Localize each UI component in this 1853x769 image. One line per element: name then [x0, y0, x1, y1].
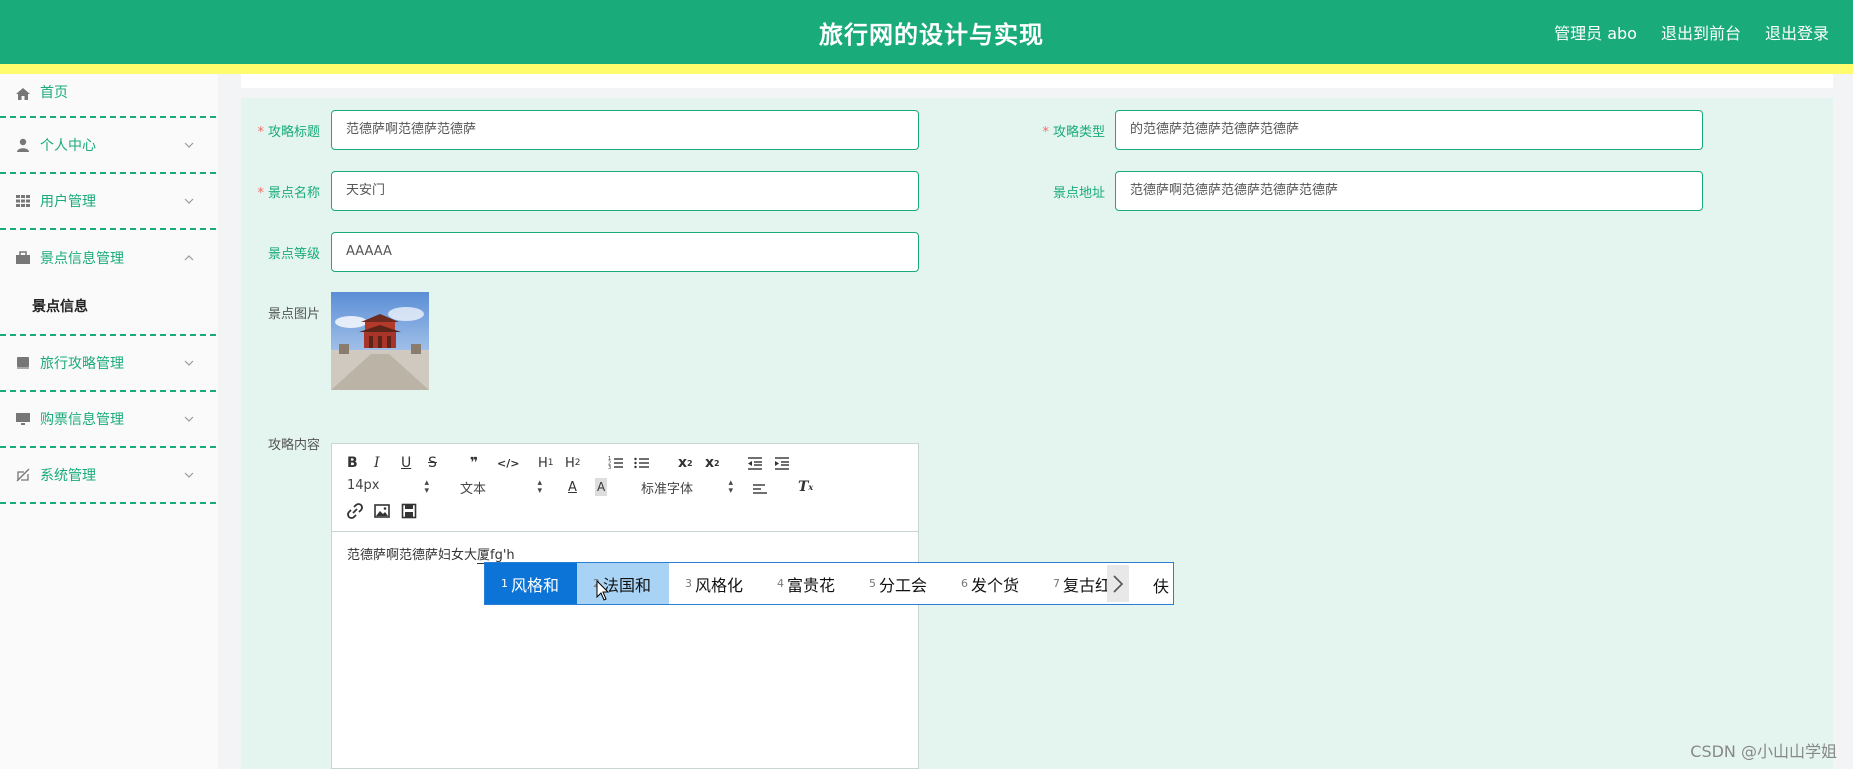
- admin-user-link[interactable]: 管理员 abo: [1554, 20, 1637, 44]
- ime-candidate[interactable]: 1 风格和: [485, 563, 577, 604]
- spot-address-input[interactable]: 范德萨啊范德萨范德萨范德萨范德萨: [1115, 171, 1703, 211]
- save-icon[interactable]: [401, 502, 417, 520]
- spot-name-label: * 景点名称: [257, 186, 320, 201]
- sidebar-item-label: 购票信息管理: [40, 412, 124, 428]
- background-color-button[interactable]: A: [595, 478, 608, 496]
- ordered-list-icon[interactable]: 123: [608, 454, 624, 472]
- outdent-icon[interactable]: [747, 454, 763, 472]
- guide-content-label: 攻略内容: [267, 438, 320, 453]
- clear-format-button[interactable]: Tx: [798, 478, 813, 496]
- ime-candidate[interactable]: 4 富贵花: [761, 563, 853, 604]
- guide-type-input[interactable]: 的范德萨范德萨范德萨范德萨: [1115, 110, 1703, 150]
- blockquote-button[interactable]: ❞: [470, 454, 478, 472]
- guide-type-label: * 攻略类型: [1042, 125, 1105, 140]
- font-size-select[interactable]: 14px ▴ ▾: [347, 478, 429, 496]
- spot-image-label: 景点图片: [267, 307, 320, 322]
- chevron-down-icon: [184, 360, 194, 366]
- sidebar-item-spot-info-management[interactable]: 景点信息管理 景点信息: [0, 230, 216, 336]
- sidebar-item-label: 系统管理: [40, 468, 96, 484]
- sidebar-item-home[interactable]: 首页: [0, 74, 216, 118]
- guide-title-input[interactable]: 范德萨啊范德萨范德萨: [331, 110, 919, 150]
- rich-text-editor: B I U S ❞ </> H1 H2 123 x2 x2 14px ▴ ▾ 文本 ▴…: [331, 443, 919, 769]
- spot-image-thumbnail[interactable]: [331, 292, 429, 390]
- indent-icon[interactable]: [774, 454, 790, 472]
- csdn-watermark: CSDN @小山山学姐: [1690, 742, 1837, 761]
- header-accent-bar: [0, 64, 1853, 74]
- ime-candidate[interactable]: 5 分工会: [853, 563, 945, 604]
- sidebar-item-label: 首页: [40, 85, 68, 101]
- sidebar-item-label: 旅行攻略管理: [40, 356, 124, 372]
- select-arrows-icon: ▴ ▾: [537, 478, 542, 496]
- ime-candidate[interactable]: 2法国和: [577, 563, 669, 604]
- logout-link[interactable]: 退出登录: [1765, 20, 1829, 44]
- sidebar-subitem-label: 景点信息: [32, 299, 88, 315]
- superscript-button[interactable]: x2: [705, 454, 720, 472]
- sidebar-item-label: 景点信息管理: [40, 251, 124, 267]
- sidebar-item-user-management[interactable]: 用户管理: [0, 174, 216, 230]
- block-type-select[interactable]: 文本 ▴ ▾: [460, 478, 542, 498]
- briefcase-icon: [16, 251, 30, 264]
- spot-address-label: 景点地址: [1052, 186, 1105, 201]
- chevron-down-icon: [184, 198, 194, 204]
- bullet-list-icon[interactable]: [634, 454, 650, 472]
- sidebar-subitem-spot-info[interactable]: 景点信息: [0, 280, 216, 334]
- header-links: 管理员 abo 退出到前台 退出登录: [1554, 20, 1829, 44]
- code-block-button[interactable]: </>: [497, 454, 519, 472]
- subscript-button[interactable]: x2: [678, 454, 693, 472]
- spot-level-input[interactable]: AAAAA: [331, 232, 919, 272]
- sidebar-item-personal-center[interactable]: 个人中心: [0, 118, 216, 174]
- chevron-down-icon: [184, 472, 194, 478]
- chevron-down-icon: [184, 142, 194, 148]
- sidebar-item-label: 用户管理: [40, 194, 96, 210]
- heading2-button[interactable]: H2: [565, 454, 581, 472]
- font-color-button[interactable]: A: [568, 478, 577, 496]
- select-arrows-icon: ▴ ▾: [728, 478, 733, 496]
- user-icon: [17, 138, 29, 152]
- ime-candidate-bar: 1风格和 2法国和 3风格化 4富贵花 5分工会 6发个货 7复古红 伕: [484, 562, 1174, 605]
- spot-name-input[interactable]: 天安门: [331, 171, 919, 211]
- ime-candidate[interactable]: 3 风格化: [669, 563, 761, 604]
- underline-button[interactable]: U: [401, 454, 411, 472]
- strikethrough-button[interactable]: S: [428, 454, 437, 472]
- settings-off-icon: [16, 468, 30, 482]
- sidebar-item-label: 个人中心: [40, 138, 96, 154]
- editor-toolbar: B I U S ❞ </> H1 H2 123 x2 x2 14px ▴ ▾ 文本 ▴…: [332, 444, 918, 532]
- ime-overflow-candidate: 伕: [1153, 577, 1170, 596]
- heading1-button[interactable]: H1: [538, 454, 554, 472]
- sidebar-item-ticket-management[interactable]: 购票信息管理: [0, 392, 216, 448]
- editor-content[interactable]: 范德萨啊范德萨妇女大厦fg'h: [347, 544, 515, 564]
- chevron-right-icon: [1113, 574, 1124, 593]
- sidebar-item-travel-guide-management[interactable]: 旅行攻略管理: [0, 336, 216, 392]
- exit-to-frontend-link[interactable]: 退出到前台: [1661, 20, 1741, 44]
- sidebar: 首页 个人中心 用户管理 景点信息管理 景点信息 旅行攻略管理 购票信息管理 系…: [0, 74, 218, 769]
- content-top-strip: [241, 74, 1833, 88]
- font-family-select[interactable]: 标准字体 ▴ ▾: [641, 478, 733, 498]
- bold-button[interactable]: B: [347, 454, 358, 472]
- home-icon: [16, 88, 30, 100]
- ime-next-page-button[interactable]: [1107, 565, 1129, 602]
- guide-title-label: * 攻略标题: [257, 125, 320, 140]
- image-icon[interactable]: [374, 502, 390, 520]
- align-icon[interactable]: [752, 480, 768, 498]
- select-arrows-icon: ▴ ▾: [424, 478, 429, 496]
- link-icon[interactable]: [347, 502, 363, 520]
- chevron-down-icon: [184, 416, 194, 422]
- ime-candidate[interactable]: 6 发个货: [945, 563, 1037, 604]
- italic-button[interactable]: I: [374, 454, 380, 472]
- grid-icon: [16, 195, 30, 207]
- book-icon: [17, 357, 29, 369]
- top-header: 旅行网的设计与实现 管理员 abo 退出到前台 退出登录: [0, 0, 1853, 64]
- chevron-up-icon: [184, 255, 194, 261]
- monitor-icon: [16, 413, 30, 425]
- sidebar-item-system-management[interactable]: 系统管理: [0, 448, 216, 504]
- spot-level-label: 景点等级: [267, 247, 320, 262]
- spot-image-picture: [331, 292, 429, 390]
- mouse-pointer-icon: [596, 580, 610, 601]
- svg-text:3: 3: [608, 465, 611, 471]
